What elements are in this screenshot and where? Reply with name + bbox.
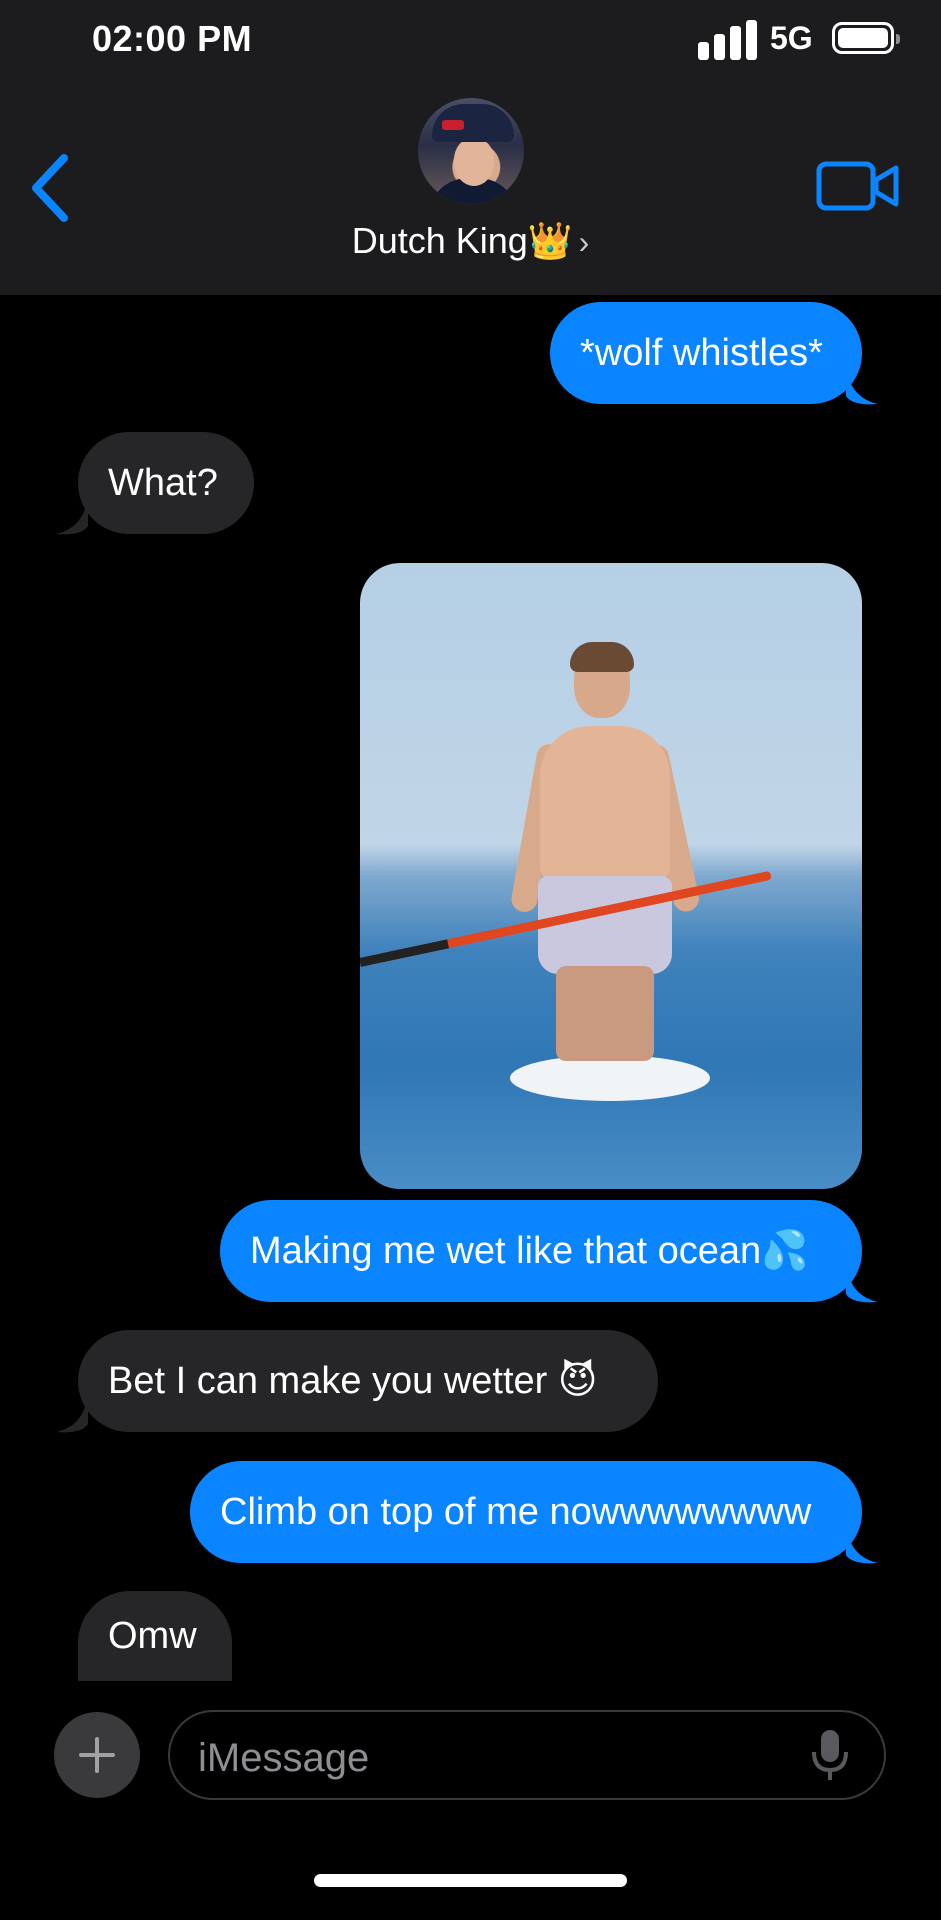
incoming-message[interactable]: What? bbox=[78, 432, 254, 534]
bubble-tail bbox=[846, 1264, 878, 1303]
contact-name-button[interactable]: Dutch King👑 › bbox=[0, 220, 941, 262]
incoming-message[interactable]: Omw bbox=[78, 1591, 232, 1681]
message-text: What? bbox=[108, 462, 218, 504]
outgoing-message[interactable]: Making me wet like that ocean💦 bbox=[220, 1200, 862, 1302]
battery-icon bbox=[832, 22, 900, 54]
status-time: 02:00 PM bbox=[92, 18, 253, 59]
message-text: Bet I can make you wetter 😈 bbox=[108, 1360, 598, 1402]
bubble-tail bbox=[846, 1525, 878, 1564]
outgoing-message[interactable]: Climb on top of me nowwwwwwww bbox=[190, 1461, 862, 1563]
network-type: 5G bbox=[770, 20, 813, 56]
home-indicator[interactable] bbox=[314, 1874, 627, 1887]
contact-name: Dutch King👑 bbox=[351, 220, 573, 261]
microphone-icon[interactable] bbox=[810, 1728, 850, 1784]
plus-icon[interactable] bbox=[54, 1712, 140, 1798]
video-camera-icon[interactable] bbox=[816, 160, 900, 212]
message-text: Climb on top of me nowwwwwwww bbox=[220, 1491, 812, 1533]
incoming-message[interactable]: Bet I can make you wetter 😈 bbox=[78, 1330, 658, 1432]
bubble-tail bbox=[846, 366, 878, 405]
chevron-right-icon: › bbox=[578, 224, 590, 260]
message-text: Omw bbox=[108, 1615, 197, 1657]
contact-avatar[interactable] bbox=[418, 98, 524, 204]
bubble-tail bbox=[56, 496, 88, 535]
navigation-header: 02:00 PM 5G Dutch King👑 › bbox=[0, 0, 941, 295]
signal-icon bbox=[698, 20, 758, 60]
message-text: *wolf whistles* bbox=[580, 332, 823, 374]
message-input[interactable]: iMessage bbox=[168, 1710, 886, 1800]
photo-message[interactable] bbox=[360, 563, 862, 1189]
outgoing-message[interactable]: *wolf whistles* bbox=[550, 302, 862, 404]
message-text: Making me wet like that ocean💦 bbox=[250, 1230, 809, 1272]
bubble-tail bbox=[56, 1394, 88, 1433]
back-chevron-icon[interactable] bbox=[24, 150, 84, 226]
input-placeholder: iMessage bbox=[198, 1736, 370, 1780]
